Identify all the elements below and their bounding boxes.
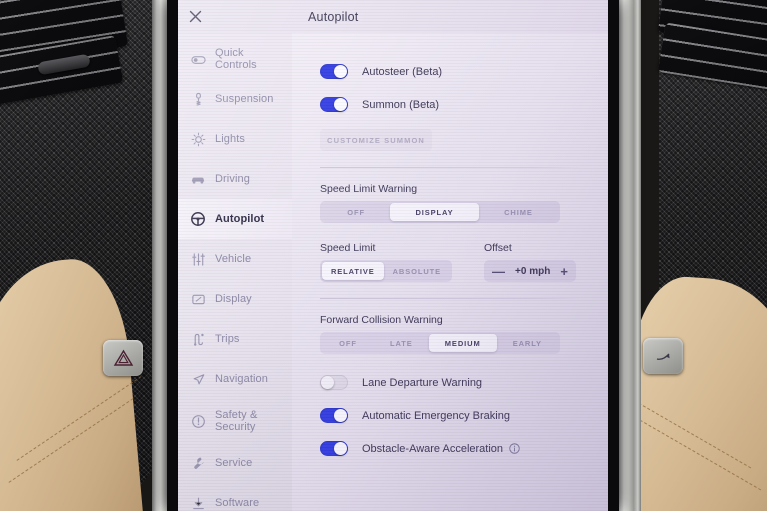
offset-increment-button[interactable]: + xyxy=(560,265,568,278)
segment-late[interactable]: LATE xyxy=(374,334,429,352)
toggle-knob xyxy=(321,376,334,389)
sidebar-item-label: Safety & Security xyxy=(215,408,258,433)
sidebar-item-safety-security[interactable]: Safety & Security xyxy=(178,399,292,443)
quick-controls-icon xyxy=(190,51,206,67)
forward-collision-warning-label: Forward Collision Warning xyxy=(320,314,443,326)
sidebar-item-driving[interactable]: Driving xyxy=(178,159,292,199)
segment-absolute[interactable]: ABSOLUTE xyxy=(384,262,450,280)
section-divider xyxy=(320,298,584,299)
summon-label: Summon (Beta) xyxy=(362,98,440,111)
segment-off[interactable]: OFF xyxy=(322,203,390,221)
section-divider xyxy=(320,167,584,168)
sidebar-item-lights[interactable]: Lights xyxy=(178,119,292,159)
close-button[interactable] xyxy=(178,0,212,33)
sidebar-item-label: Driving xyxy=(215,172,250,185)
leather-seat-right xyxy=(620,273,767,511)
speed-limit-label: Speed Limit xyxy=(320,242,376,254)
segment-relative[interactable]: RELATIVE xyxy=(322,262,384,280)
info-icon[interactable] xyxy=(509,443,520,454)
sidebar-item-label: Quick Controls xyxy=(215,46,257,71)
wrench-icon xyxy=(190,455,206,471)
suspension-icon xyxy=(190,91,206,107)
left-dashboard-area xyxy=(0,0,182,511)
glovebox-icon xyxy=(656,353,670,360)
setting-row-lane-departure-warning[interactable]: Lane Departure Warning xyxy=(320,366,590,399)
car-icon xyxy=(190,171,206,187)
sidebar-item-trips[interactable]: Trips xyxy=(178,319,292,359)
obstacle-aware-acceleration-label: Obstacle-Aware Acceleration xyxy=(362,442,504,455)
setting-row-obstacle-aware-acceleration[interactable]: Obstacle-Aware Acceleration xyxy=(320,432,590,465)
toggle-knob xyxy=(334,442,347,455)
autopilot-settings-panel: Autosteer (Beta) Summon (Beta) CUSTOMIZE… xyxy=(292,33,608,511)
sliders-icon xyxy=(190,251,206,267)
screen-body: Quick Controls Suspension Lights Driving… xyxy=(178,33,608,511)
sidebar-item-label: Software xyxy=(215,496,260,509)
segment-medium[interactable]: MEDIUM xyxy=(428,334,497,352)
sidebar-item-label: Lights xyxy=(215,132,245,145)
alert-circle-icon xyxy=(190,413,206,429)
screen-header: Autopilot xyxy=(178,0,608,33)
toggle-knob xyxy=(334,65,347,78)
lane-departure-warning-toggle[interactable] xyxy=(320,375,348,390)
display-icon xyxy=(190,291,206,307)
sidebar-item-service[interactable]: Service xyxy=(178,443,292,483)
sidebar-item-display[interactable]: Display xyxy=(178,279,292,319)
summon-toggle[interactable] xyxy=(320,97,348,112)
customize-summon-button[interactable]: CUSTOMIZE SUMMON xyxy=(320,129,432,151)
setting-row-autosteer[interactable]: Autosteer (Beta) xyxy=(320,55,590,88)
segment-off[interactable]: OFF xyxy=(322,334,374,352)
toggle-knob xyxy=(334,98,347,111)
sidebar-item-label: Autopilot xyxy=(215,212,265,225)
settings-sidebar: Quick Controls Suspension Lights Driving… xyxy=(178,33,292,511)
page-title: Autopilot xyxy=(308,9,359,24)
sidebar-item-software[interactable]: Software xyxy=(178,483,292,511)
close-icon xyxy=(189,10,201,23)
speed-limit-warning-label: Speed Limit Warning xyxy=(320,183,418,195)
sidebar-item-label: Service xyxy=(215,456,253,469)
sidebar-item-label: Suspension xyxy=(215,92,274,105)
sidebar-item-quick-controls[interactable]: Quick Controls xyxy=(178,39,292,79)
speed-limit-segmented[interactable]: RELATIVE ABSOLUTE xyxy=(320,260,452,282)
sidebar-item-label: Navigation xyxy=(215,372,268,385)
segment-display[interactable]: DISPLAY xyxy=(390,203,479,221)
sidebar-item-label: Display xyxy=(215,292,252,305)
automatic-emergency-braking-label: Automatic Emergency Braking xyxy=(362,409,510,422)
lane-departure-warning-label: Lane Departure Warning xyxy=(362,376,483,389)
automatic-emergency-braking-toggle[interactable] xyxy=(320,408,348,423)
forward-collision-warning-segmented[interactable]: OFF LATE MEDIUM EARLY xyxy=(320,332,560,354)
sidebar-item-label: Trips xyxy=(215,332,240,345)
sidebar-item-label: Vehicle xyxy=(215,252,252,265)
sidebar-item-autopilot[interactable]: Autopilot xyxy=(178,199,292,239)
autosteer-label: Autosteer (Beta) xyxy=(362,65,443,78)
toggle-knob xyxy=(334,409,347,422)
glovebox-release-button[interactable] xyxy=(643,338,683,374)
sidebar-item-suspension[interactable]: Suspension xyxy=(178,79,292,119)
steering-wheel-icon xyxy=(190,211,206,227)
autosteer-toggle[interactable] xyxy=(320,64,348,79)
sidebar-item-vehicle[interactable]: Vehicle xyxy=(178,239,292,279)
setting-row-automatic-emergency-braking[interactable]: Automatic Emergency Braking xyxy=(320,399,590,432)
offset-label: Offset xyxy=(484,242,512,254)
car-interior-scene: Autopilot Quick Controls Suspension Ligh… xyxy=(0,0,767,511)
tesla-settings-screen: Autopilot Quick Controls Suspension Ligh… xyxy=(178,0,608,511)
segment-chime[interactable]: CHIME xyxy=(479,203,558,221)
navigation-arrow-icon xyxy=(190,371,206,387)
offset-stepper[interactable]: — +0 mph + xyxy=(484,260,576,282)
hazard-triangle-icon xyxy=(113,349,133,366)
download-icon xyxy=(190,495,206,511)
trips-icon xyxy=(190,331,206,347)
setting-row-summon[interactable]: Summon (Beta) xyxy=(320,88,590,121)
lights-icon xyxy=(190,131,206,147)
hazard-warning-button[interactable] xyxy=(103,340,143,376)
segment-early[interactable]: EARLY xyxy=(497,334,558,352)
sidebar-item-navigation[interactable]: Navigation xyxy=(178,359,292,399)
right-dashboard-area xyxy=(615,0,767,511)
speed-limit-warning-segmented[interactable]: OFF DISPLAY CHIME xyxy=(320,201,560,223)
obstacle-aware-acceleration-toggle[interactable] xyxy=(320,441,348,456)
offset-value: +0 mph xyxy=(515,265,551,277)
offset-decrement-button[interactable]: — xyxy=(492,265,505,278)
